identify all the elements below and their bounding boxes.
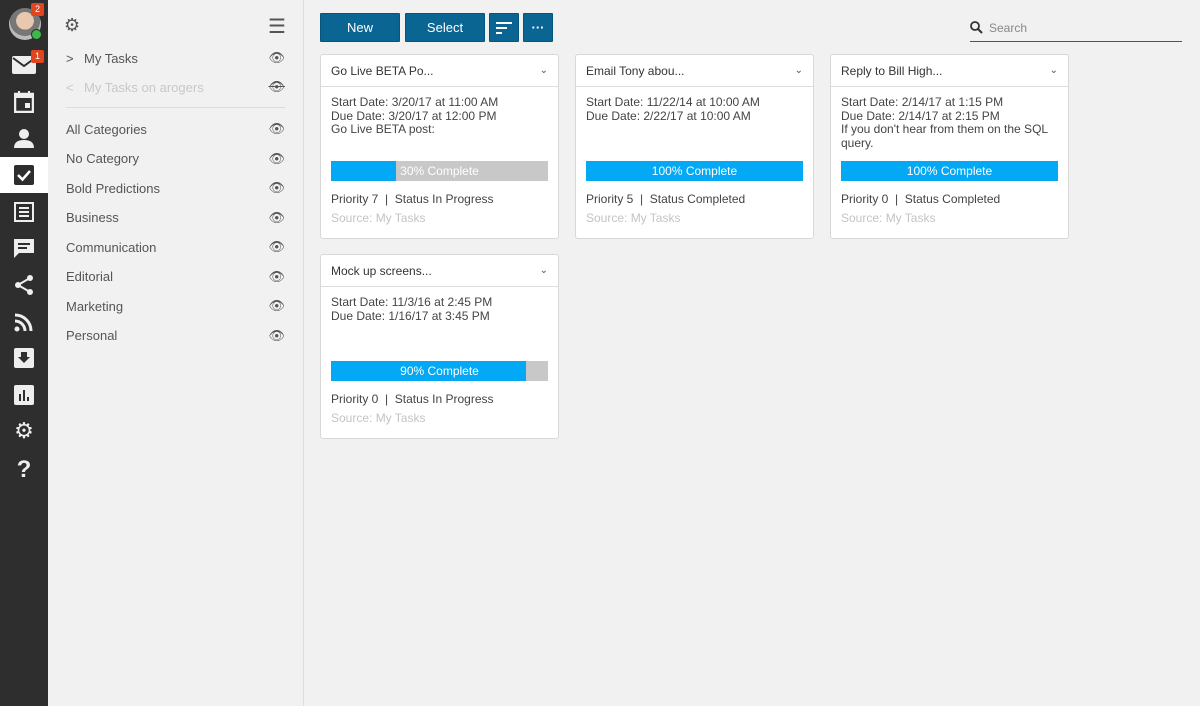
sidebar-settings-icon[interactable]: ⚙: [64, 15, 80, 36]
progress-label: 100% Complete: [906, 164, 993, 178]
online-status-icon: [31, 29, 42, 40]
category-item[interactable]: Marketing 👁: [66, 295, 285, 317]
progress-bar: 30% Complete: [331, 161, 548, 181]
share-icon: <: [66, 79, 74, 95]
notes-icon[interactable]: [0, 197, 48, 227]
category-item[interactable]: Bold Predictions 👁: [66, 177, 285, 199]
app-rail: 2 1 ⚙ ?: [0, 0, 48, 706]
sort-icon: [496, 21, 512, 34]
reports-icon[interactable]: [0, 380, 48, 410]
sidebar: ⚙ ☰ > My Tasks 👁 < My Tasks on arogers 👁 All…: [48, 0, 304, 706]
rss-icon[interactable]: [0, 307, 48, 337]
task-detail-line: Due Date: 1/16/17 at 3:45 PM: [331, 308, 490, 323]
hamburger-menu-icon[interactable]: ☰: [268, 14, 286, 39]
settings-icon[interactable]: ⚙: [0, 416, 48, 446]
progress-label: 30% Complete: [400, 164, 479, 178]
progress-label: 100% Complete: [651, 164, 738, 178]
task-detail-line: Due Date: 3/20/17 at 12:00 PM: [331, 108, 497, 123]
calendar-icon[interactable]: [0, 87, 48, 117]
task-card[interactable]: Reply to Bill High... ⌄ Start Date: 2/14/…: [830, 54, 1069, 239]
task-source: Source: My Tasks: [586, 211, 681, 225]
select-button[interactable]: Select: [405, 13, 485, 42]
task-source: Source: My Tasks: [331, 211, 426, 225]
task-card[interactable]: Email Tony abou... ⌄ Start Date: 11/22/14…: [575, 54, 814, 239]
chevron-down-icon[interactable]: ⌄: [540, 265, 548, 276]
progress-bar: 100% Complete: [841, 161, 1058, 181]
task-card-header: Mock up screens... ⌄: [321, 255, 558, 287]
progress-bar: 90% Complete: [331, 361, 548, 381]
visible-eye-icon[interactable]: 👁: [268, 269, 285, 285]
progress-bar: 100% Complete: [586, 161, 803, 181]
category-item[interactable]: Business 👁: [66, 207, 285, 229]
visible-eye-icon[interactable]: 👁: [268, 210, 285, 226]
avatar-badge: 2: [31, 3, 44, 16]
search-input[interactable]: Search: [970, 14, 1182, 42]
task-source: Source: My Tasks: [331, 411, 426, 425]
new-button[interactable]: New: [320, 13, 400, 42]
task-card[interactable]: Go Live BETA Po... ⌄ Start Date: 3/20/17 …: [320, 54, 559, 239]
visible-eye-icon[interactable]: 👁: [268, 50, 285, 66]
task-detail-line: Start Date: 11/22/14 at 10:00 AM: [586, 95, 760, 109]
task-title: Go Live BETA Po...: [331, 63, 434, 78]
task-detail-line: Due Date: 2/22/17 at 10:00 AM: [586, 108, 751, 123]
category-item[interactable]: Communication 👁: [66, 236, 285, 258]
contacts-icon[interactable]: [0, 123, 48, 153]
task-card-header: Go Live BETA Po... ⌄: [321, 55, 558, 87]
task-details: Start Date: 11/3/16 at 2:45 PM Due Date: …: [321, 287, 558, 361]
visible-eye-icon[interactable]: 👁: [268, 180, 285, 196]
tasks-icon[interactable]: [0, 157, 48, 193]
task-meta: Priority 0 | Status In Progress: [331, 392, 494, 406]
help-icon[interactable]: ?: [0, 455, 48, 485]
category-item[interactable]: All Categories 👁: [66, 118, 285, 140]
chevron-down-icon[interactable]: ⌄: [1050, 65, 1058, 76]
task-meta: Priority 0 | Status Completed: [841, 192, 1001, 206]
mail-badge: 1: [31, 50, 44, 63]
task-card[interactable]: Mock up screens... ⌄ Start Date: 11/3/16 …: [320, 254, 559, 439]
task-card-header: Email Tony abou... ⌄: [576, 55, 813, 87]
sort-button[interactable]: [489, 13, 519, 42]
hidden-eye-icon[interactable]: 👁: [268, 79, 285, 95]
search-icon: [970, 21, 983, 34]
chevron-down-icon[interactable]: ⌄: [795, 65, 803, 76]
task-title: Mock up screens...: [331, 263, 432, 278]
visible-eye-icon[interactable]: 👁: [268, 121, 285, 137]
category-item[interactable]: Personal 👁: [66, 325, 285, 347]
task-details: Start Date: 11/22/14 at 10:00 AM Due Date…: [576, 87, 813, 161]
more-button[interactable]: ···: [523, 13, 553, 42]
task-detail-line: Start Date: 11/3/16 at 2:45 PM: [331, 295, 493, 309]
task-detail-line: Go Live BETA post:: [331, 122, 435, 136]
chat-icon[interactable]: [0, 234, 48, 264]
task-meta: Priority 5 | Status Completed: [586, 192, 746, 206]
share-icon: >: [66, 50, 74, 66]
chevron-down-icon[interactable]: ⌄: [540, 65, 548, 76]
task-title: Reply to Bill High...: [841, 63, 943, 78]
visible-eye-icon[interactable]: 👁: [268, 298, 285, 314]
task-meta: Priority 7 | Status In Progress: [331, 192, 494, 206]
task-card-header: Reply to Bill High... ⌄: [831, 55, 1068, 87]
category-item[interactable]: No Category 👁: [66, 148, 285, 170]
task-title: Email Tony abou...: [586, 63, 685, 78]
visible-eye-icon[interactable]: 👁: [268, 151, 285, 167]
task-source: Source: My Tasks: [841, 211, 936, 225]
visible-eye-icon[interactable]: 👁: [268, 328, 285, 344]
task-details: Start Date: 2/14/17 at 1:15 PM Due Date: …: [831, 87, 1068, 161]
share-icon[interactable]: [0, 270, 48, 300]
divider: [66, 107, 285, 108]
task-detail-line: Start Date: 2/14/17 at 1:15 PM: [841, 95, 1004, 109]
task-details: Start Date: 3/20/17 at 11:00 AM Due Date:…: [321, 87, 558, 161]
task-detail-line: Start Date: 3/20/17 at 11:00 AM: [331, 95, 499, 109]
download-icon[interactable]: [0, 343, 48, 373]
task-detail-line: Due Date: 2/14/17 at 2:15 PM: [841, 108, 1000, 123]
category-item[interactable]: Editorial 👁: [66, 266, 285, 288]
visible-eye-icon[interactable]: 👁: [268, 239, 285, 255]
source-my-tasks[interactable]: > My Tasks 👁: [66, 47, 285, 69]
source-my-tasks-arogers[interactable]: < My Tasks on arogers 👁: [66, 76, 285, 98]
task-detail-line: If you don't hear from them on the SQL q…: [841, 122, 1048, 150]
progress-label: 90% Complete: [400, 364, 479, 378]
